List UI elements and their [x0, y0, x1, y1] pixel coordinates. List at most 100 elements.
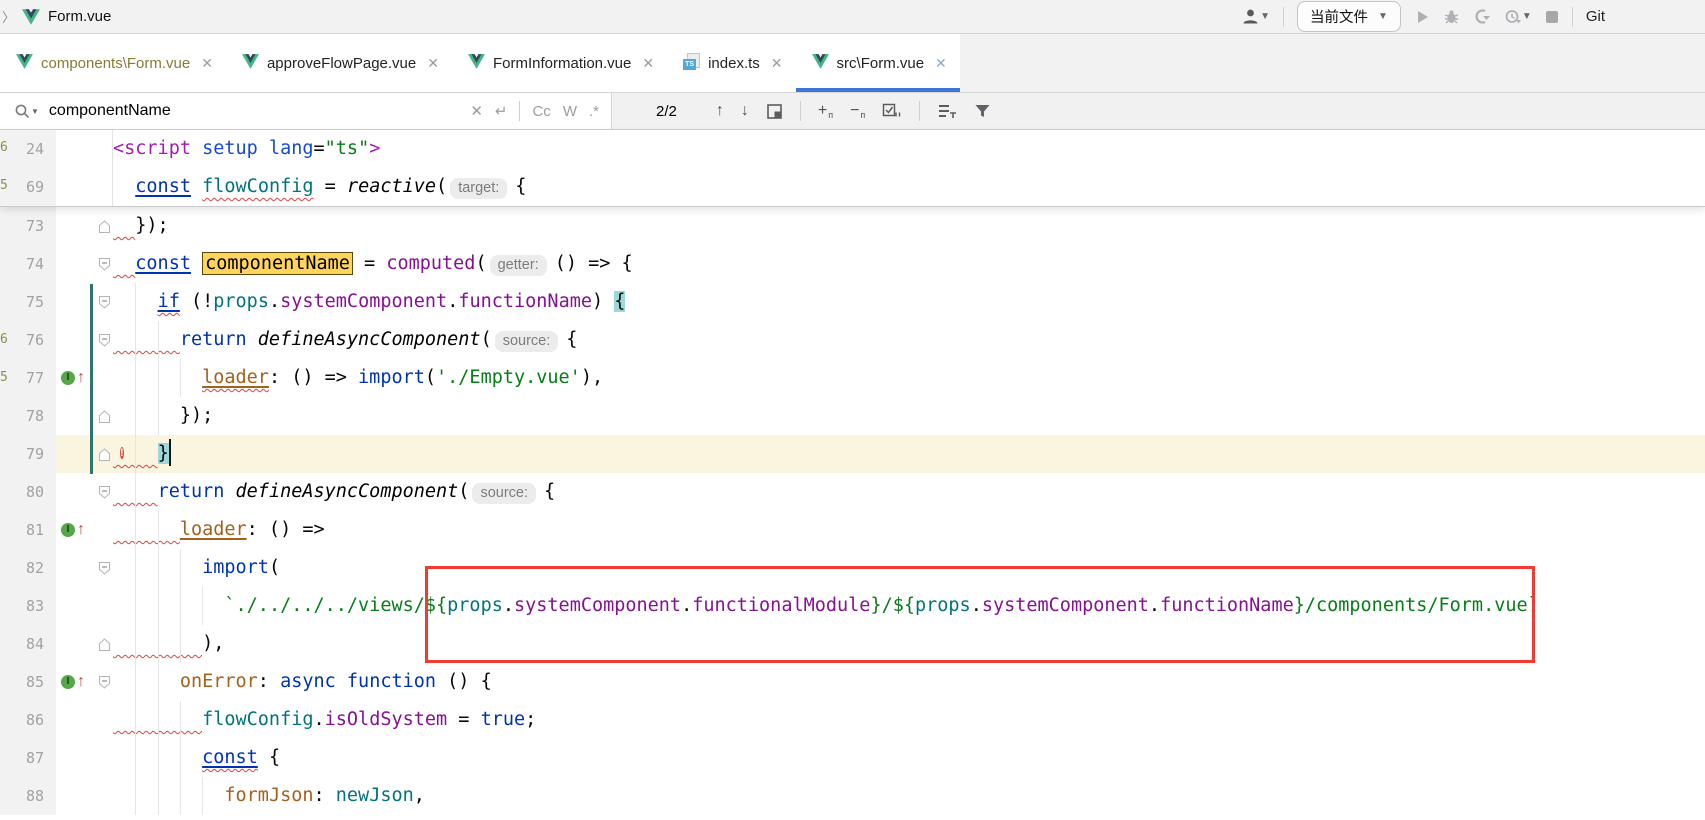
filter-icon[interactable]: [974, 103, 991, 119]
select-all-occurrences-button[interactable]: [882, 103, 902, 120]
breadcrumb-chevron-icon: 〉: [2, 7, 16, 26]
line-number: 24: [0, 130, 56, 168]
search-icon[interactable]: ▼: [14, 103, 39, 120]
profiler-button[interactable]: ▼: [1504, 8, 1532, 25]
fold-marker-icon[interactable]: [95, 283, 113, 321]
gutter-marker-icon[interactable]: I↑: [56, 511, 95, 549]
editor-tab[interactable]: TSindex.ts✕: [667, 34, 795, 92]
code-token: props: [213, 291, 269, 312]
editor-line[interactable]: 74 const componentName = computed(getter…: [0, 245, 1705, 283]
code-token: >: [369, 138, 380, 159]
regex-toggle[interactable]: .*: [589, 103, 599, 120]
editor-line[interactable]: 86 flowConfig.isOldSystem = true;: [0, 701, 1705, 739]
editor-line[interactable]: 69 const flowConfig = reactive(target:{: [0, 168, 1705, 206]
fold-marker-icon[interactable]: [95, 473, 113, 511]
match-case-toggle[interactable]: Cc: [532, 103, 550, 120]
code-text[interactable]: return defineAsyncComponent(source:{: [113, 473, 1705, 511]
code-text[interactable]: onError: async function () {: [113, 663, 1705, 701]
search-in-selection-button[interactable]: [766, 103, 783, 120]
coverage-button[interactable]: [1473, 8, 1491, 25]
close-tab-icon[interactable]: ✕: [935, 55, 947, 72]
code-text[interactable]: const flowConfig = reactive(target:{: [113, 168, 1705, 206]
editor-line[interactable]: 79! }: [0, 435, 1705, 473]
code-text[interactable]: return defineAsyncComponent(source:{: [113, 321, 1705, 359]
whole-words-toggle[interactable]: W: [563, 103, 577, 120]
next-match-button[interactable]: ↓: [741, 102, 749, 120]
code-text[interactable]: });: [113, 397, 1705, 435]
editor-line[interactable]: 75 if (!props.systemComponent.functionNa…: [0, 283, 1705, 321]
editor-line[interactable]: 73 });: [0, 207, 1705, 245]
indent-guide: [180, 625, 181, 663]
indent-guide: [135, 777, 136, 815]
editor-line[interactable]: 85I↑ onError: async function () {: [0, 663, 1705, 701]
git-widget[interactable]: Git: [1586, 8, 1605, 25]
fold-marker-icon[interactable]: [95, 321, 113, 359]
code-text[interactable]: ! }: [113, 435, 1705, 473]
gutter-marker-icon[interactable]: I↑: [56, 663, 95, 701]
editor-line[interactable]: 76 return defineAsyncComponent(source:{: [0, 321, 1705, 359]
code-text[interactable]: const componentName = computed(getter:()…: [113, 245, 1705, 283]
editor-tab[interactable]: components\Form.vue✕: [0, 34, 226, 92]
fold-gutter: [95, 739, 113, 777]
code-text[interactable]: loader: () =>: [113, 511, 1705, 549]
fold-marker-icon[interactable]: [95, 549, 113, 587]
editor-line[interactable]: 81I↑ loader: () =>: [0, 511, 1705, 549]
close-tab-icon[interactable]: ✕: [642, 55, 654, 72]
debug-button[interactable]: [1443, 8, 1460, 25]
remove-selection-button[interactable]: −ᴨ: [850, 102, 865, 120]
editor-line[interactable]: 88 formJson: newJson,: [0, 777, 1705, 815]
code-token: =: [314, 138, 325, 159]
filter-lines-button[interactable]: [937, 103, 957, 119]
newline-icon[interactable]: ↵: [495, 102, 508, 120]
code-text[interactable]: <script setup lang="ts">: [113, 130, 1705, 168]
code-token: if: [158, 291, 180, 312]
editor-tab[interactable]: src\Form.vue✕: [796, 34, 960, 92]
editor-line[interactable]: 77I↑ loader: () => import('./Empty.vue')…: [0, 359, 1705, 397]
vue-file-icon: [242, 54, 259, 73]
vcs-change-bar[interactable]: [90, 284, 93, 474]
code-editor[interactable]: 24 <script setup lang="ts">69 const flowC…: [0, 130, 1705, 820]
run-configuration-select[interactable]: 当前文件 ▼: [1297, 1, 1401, 32]
clear-search-icon[interactable]: ✕: [470, 102, 483, 120]
close-tab-icon[interactable]: ✕: [771, 55, 783, 72]
editor-line[interactable]: 80 return defineAsyncComponent(source:{: [0, 473, 1705, 511]
add-selection-button[interactable]: +ᴨ: [818, 102, 833, 120]
editor-tab[interactable]: approveFlowPage.vue✕: [226, 34, 452, 92]
fold-marker-icon[interactable]: [95, 397, 113, 435]
code-text[interactable]: const {: [113, 739, 1705, 777]
fold-marker-icon[interactable]: [95, 207, 113, 245]
editor-tab[interactable]: FormInformation.vue✕: [452, 34, 667, 92]
code-token: {: [515, 176, 526, 197]
code-text[interactable]: if (!props.systemComponent.functionName)…: [113, 283, 1705, 321]
fold-marker-icon[interactable]: [95, 245, 113, 283]
stop-button[interactable]: [1545, 10, 1559, 24]
code-text[interactable]: formJson: newJson,: [113, 777, 1705, 815]
code-token: flowConfig: [202, 176, 313, 197]
previous-match-button[interactable]: ↑: [716, 102, 724, 120]
indent-whitespace: [113, 671, 180, 692]
editor-line[interactable]: 78 });: [0, 397, 1705, 435]
close-tab-icon[interactable]: ✕: [201, 55, 213, 72]
indent-guide: [158, 777, 159, 815]
fold-marker-icon[interactable]: [95, 625, 113, 663]
close-tab-icon[interactable]: ✕: [427, 55, 439, 72]
indent-whitespace: [113, 405, 180, 426]
error-lightbulb-icon[interactable]: !: [120, 440, 136, 461]
code-token: (: [458, 481, 469, 502]
search-field[interactable]: ▼ componentName ✕ ↵ Cc W .*: [0, 93, 612, 129]
fold-gutter: [95, 587, 113, 625]
code-text[interactable]: });: [113, 207, 1705, 245]
editor-line[interactable]: 24 <script setup lang="ts">: [0, 130, 1705, 168]
fold-marker-icon[interactable]: [95, 663, 113, 701]
clipped-gutter-fragment: 5: [0, 178, 8, 194]
code-token: formJson: [224, 785, 313, 806]
run-button[interactable]: [1414, 9, 1430, 25]
fold-marker-icon[interactable]: [95, 435, 113, 473]
indent-guide: [202, 777, 203, 815]
user-icon[interactable]: ▼: [1241, 7, 1270, 26]
user-dropdown-icon: ▼: [1260, 11, 1270, 22]
editor-line[interactable]: 87 const {: [0, 739, 1705, 777]
code-text[interactable]: flowConfig.isOldSystem = true;: [113, 701, 1705, 739]
search-input[interactable]: componentName: [49, 102, 171, 120]
code-text[interactable]: loader: () => import('./Empty.vue'),: [113, 359, 1705, 397]
